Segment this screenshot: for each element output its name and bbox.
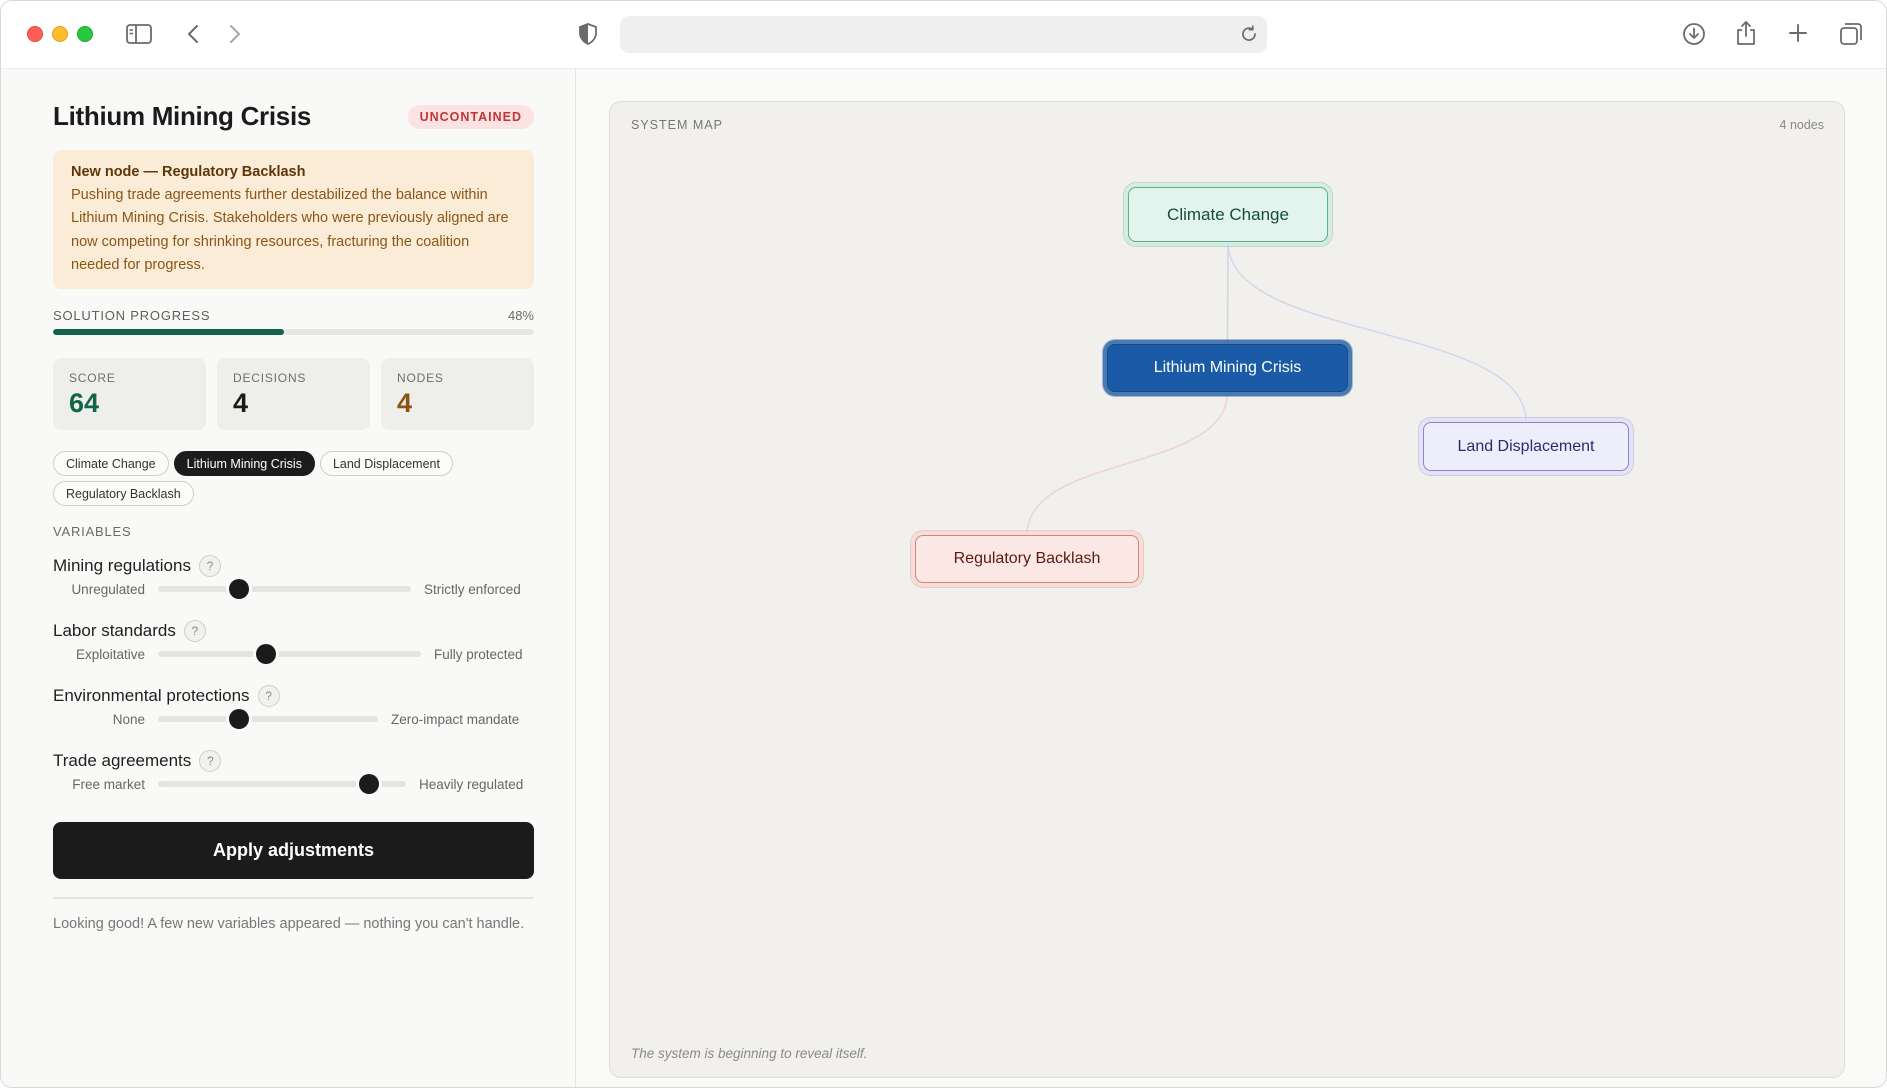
map-edges [1026,241,1527,536]
minimize-window-button[interactable] [52,26,68,42]
help-icon[interactable]: ? [183,620,206,642]
download-icon[interactable] [1681,21,1707,47]
slider-track[interactable] [158,774,406,794]
edge-climate-land [1227,241,1527,423]
chip-regulatory-backlash[interactable]: Regulatory Backlash [53,481,194,506]
stat-label: SCORE [69,371,116,385]
slider-row: Exploitative Fully protected [53,644,534,664]
variable-name: Environmental protections? [53,685,280,707]
slider-thumb[interactable] [228,579,249,599]
shield-icon[interactable] [576,22,600,46]
alert-body: Pushing trade agreements further destabi… [71,187,509,273]
apply-adjustments-button[interactable]: Apply adjustments [53,822,534,879]
slider-thumb[interactable] [229,709,250,729]
edge-climate-lithium [1226,241,1229,345]
node-climate-change[interactable]: Climate Change [1128,187,1328,242]
tabs-icon[interactable] [1838,21,1864,47]
help-icon[interactable]: ? [198,555,221,577]
slider-min-label: None [112,711,145,727]
variable-name: Trade agreements? [53,750,222,772]
alert-title: New node — Regulatory Backlash [71,164,306,180]
progress-label: SOLUTION PROGRESS [53,308,211,323]
system-map-panel: SYSTEM MAP 4 nodes Climate Change Lithiu… [609,101,1845,1078]
stat-value: 64 [69,388,100,418]
chip-land-displacement[interactable]: Land Displacement [319,451,453,476]
stats-row: SCORE 64 DECISIONS 4 NODES 4 [53,358,534,430]
progress-fill [53,329,284,335]
node-filter-chips: Climate Change Lithium Mining Crisis Lan… [53,451,534,506]
new-node-alert: New node — Regulatory Backlash Pushing t… [53,150,534,289]
variable-environmental-protections: Environmental protections? None Zero-imp… [53,685,534,739]
variable-name: Mining regulations? [53,555,221,577]
address-bar[interactable] [620,16,1267,53]
divider [53,897,534,899]
slider-row: Unregulated Strictly enforced [53,579,534,599]
slider-max-label: Strictly enforced [424,581,521,597]
slider-min-label: Free market [72,776,145,792]
stat-label: DECISIONS [233,371,307,385]
browser-window: Lithium Mining Crisis UNCONTAINED New no… [0,0,1887,1088]
browser-toolbar [1,1,1886,69]
node-regulatory-backlash[interactable]: Regulatory Backlash [915,535,1139,583]
chip-climate-change[interactable]: Climate Change [53,451,169,476]
variable-label: Mining regulations [53,556,191,575]
new-tab-icon[interactable] [1787,22,1809,44]
map-footer: The system is beginning to reveal itself… [631,1046,868,1061]
node-land-displacement[interactable]: Land Displacement [1423,422,1629,471]
forward-icon[interactable] [225,22,245,46]
variable-label: Labor standards [53,621,176,640]
stat-value: 4 [233,388,249,418]
slider-min-label: Unregulated [71,581,145,597]
status-badge: UNCONTAINED [407,105,534,129]
feedback-message: Looking good! A few new variables appear… [53,916,525,932]
back-icon[interactable] [183,22,203,46]
slider-max-label: Fully protected [434,646,523,662]
slider-row: None Zero-impact mandate [53,709,534,729]
reload-icon[interactable] [1237,22,1261,46]
help-icon[interactable]: ? [257,685,280,707]
stat-card-decisions: DECISIONS 4 [217,358,370,430]
stat-card-nodes: NODES 4 [381,358,534,430]
slider-max-label: Zero-impact mandate [391,711,520,727]
share-icon[interactable] [1734,19,1758,47]
stat-card-score: SCORE 64 [53,358,206,430]
variable-trade-agreements: Trade agreements? Free market Heavily re… [53,750,534,804]
sidebar-icon[interactable] [125,22,153,46]
progress-percent: 48% [507,308,534,323]
slider-max-label: Heavily regulated [419,776,524,792]
slider-track[interactable] [158,644,421,664]
zoom-window-button[interactable] [77,26,93,42]
slider-track[interactable] [158,709,378,729]
page-title: Lithium Mining Crisis [53,101,312,131]
slider-thumb[interactable] [358,774,379,794]
node-lithium-mining-crisis[interactable]: Lithium Mining Crisis [1107,344,1348,392]
help-icon[interactable]: ? [199,750,222,772]
stat-label: NODES [397,371,444,385]
slider-thumb[interactable] [255,644,276,664]
chip-lithium-mining-crisis[interactable]: Lithium Mining Crisis [173,451,315,476]
variable-label: Environmental protections [53,686,250,705]
slider-row: Free market Heavily regulated [53,774,534,794]
edge-lithium-regulatory [1026,391,1229,536]
stat-value: 4 [397,388,413,418]
variable-label: Trade agreements [53,751,192,770]
slider-track[interactable] [158,579,411,599]
close-window-button[interactable] [27,26,43,42]
variable-labor-standards: Labor standards? Exploitative Fully prot… [53,620,534,674]
slider-min-label: Exploitative [75,646,145,662]
variables-heading: VARIABLES [53,524,132,539]
control-sidebar: Lithium Mining Crisis UNCONTAINED New no… [1,69,576,1087]
variable-name: Labor standards? [53,620,206,642]
progress-bar [53,329,534,335]
variable-mining-regulations: Mining regulations? Unregulated Strictly… [53,555,534,609]
